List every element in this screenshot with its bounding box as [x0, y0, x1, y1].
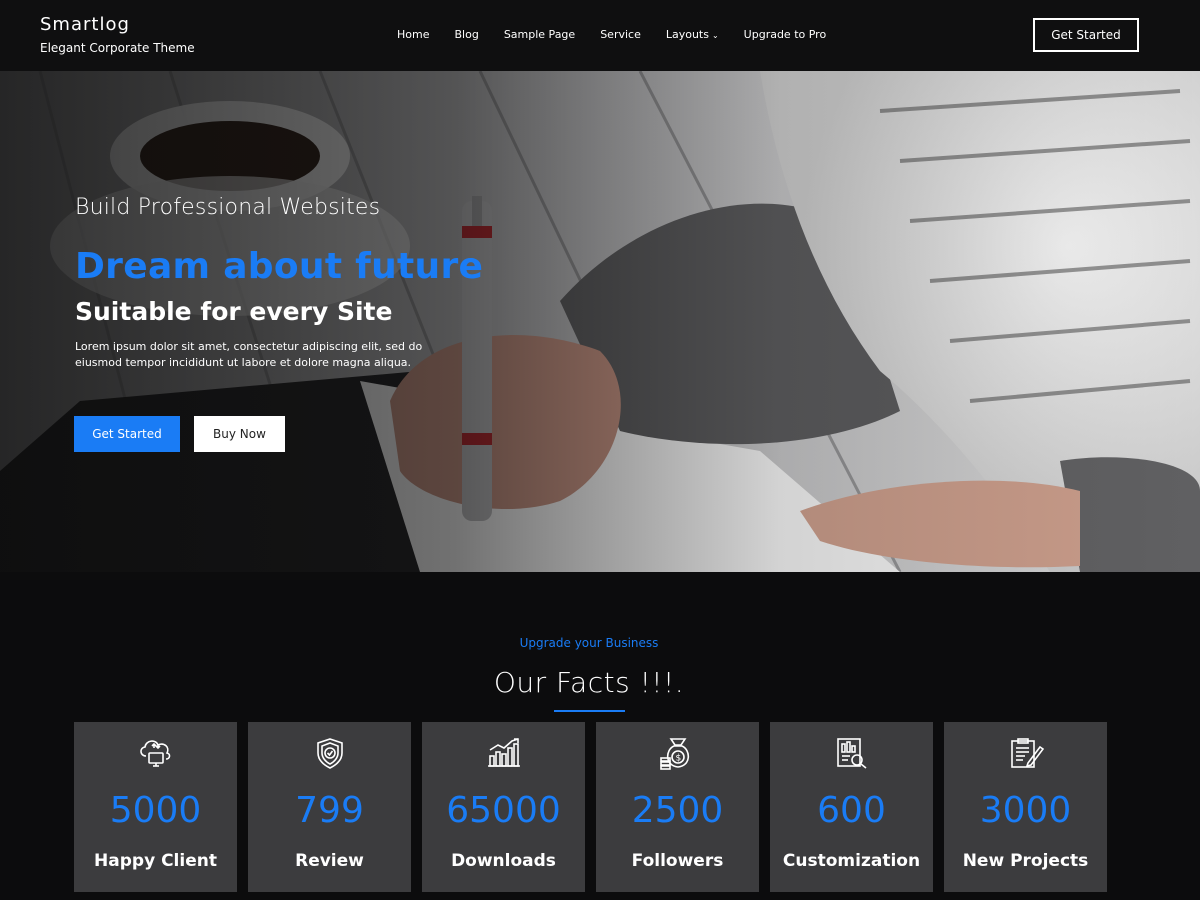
facts-cards: 5000 Happy Client 799 Review 65000 Downl…: [74, 722, 1118, 892]
hero-kicker: Build Professional Websites: [75, 195, 381, 220]
fact-label: Downloads: [451, 851, 556, 871]
money-bag-icon: $: [596, 736, 759, 770]
site-header: Smartlog Elegant Corporate Theme Home Bl…: [0, 0, 1200, 71]
facts-title: Our Facts !!!.: [493, 666, 685, 699]
nav-item-service[interactable]: Service: [600, 28, 641, 43]
title-underline: [554, 710, 625, 712]
hero-description: Lorem ipsum dolor sit amet, consectetur …: [75, 340, 423, 369]
nav-item-blog[interactable]: Blog: [454, 28, 478, 43]
hero-get-started-button[interactable]: Get Started: [74, 416, 180, 452]
nav-item-upgrade-to-pro[interactable]: Upgrade to Pro: [744, 28, 827, 43]
shield-check-icon: [248, 736, 411, 770]
main-nav: Home Blog Sample Page Service Layouts ⌄ U…: [397, 28, 851, 43]
report-search-icon: [770, 736, 933, 770]
hero-subtitle: Suitable for every Site: [75, 297, 393, 326]
fact-card-customization: 600 Customization: [770, 722, 933, 892]
hero-title: Dream about future: [75, 246, 484, 287]
fact-value: 600: [817, 790, 886, 831]
fact-value: 5000: [109, 790, 202, 831]
fact-value: 799: [295, 790, 364, 831]
fact-value: 3000: [979, 790, 1072, 831]
fact-card-new-projects: 3000 New Projects: [944, 722, 1107, 892]
site-tagline: Elegant Corporate Theme: [40, 41, 195, 55]
fact-value: 2500: [631, 790, 724, 831]
chevron-down-icon: ⌄: [711, 31, 719, 40]
nav-item-layouts-label: Layouts: [665, 28, 709, 41]
hero-banner: Build Professional Websites Dream about …: [0, 71, 1200, 572]
fact-card-review: 799 Review: [248, 722, 411, 892]
fact-card-happy-client: 5000 Happy Client: [74, 722, 237, 892]
nav-item-home[interactable]: Home: [397, 28, 429, 43]
fact-card-downloads: 65000 Downloads: [422, 722, 585, 892]
svg-text:$: $: [675, 754, 681, 764]
header-get-started-button[interactable]: Get Started: [1033, 18, 1139, 52]
document-pen-icon: [944, 736, 1107, 770]
fact-value: 65000: [446, 790, 561, 831]
facts-section: Upgrade your Business Our Facts !!!. 500…: [0, 572, 1200, 900]
site-title[interactable]: Smartlog: [40, 14, 195, 36]
cloud-device-icon: [74, 736, 237, 770]
hero-buy-now-button[interactable]: Buy Now: [194, 416, 285, 452]
fact-label: Customization: [782, 851, 921, 871]
hero-buttons: Get Started Buy Now: [74, 416, 285, 452]
fact-label: Followers: [631, 851, 724, 871]
nav-item-sample-page[interactable]: Sample Page: [504, 28, 575, 43]
brand[interactable]: Smartlog Elegant Corporate Theme: [40, 14, 195, 56]
fact-label: Happy Client: [94, 851, 217, 871]
fact-label: Review: [295, 851, 364, 871]
hero-content: Build Professional Websites Dream about …: [75, 195, 595, 371]
nav-item-layouts[interactable]: Layouts ⌄: [666, 28, 719, 43]
bar-chart-icon: [422, 736, 585, 770]
fact-label: New Projects: [962, 851, 1089, 871]
facts-kicker: Upgrade your Business: [519, 636, 659, 650]
fact-card-followers: $ 2500 Followers: [596, 722, 759, 892]
